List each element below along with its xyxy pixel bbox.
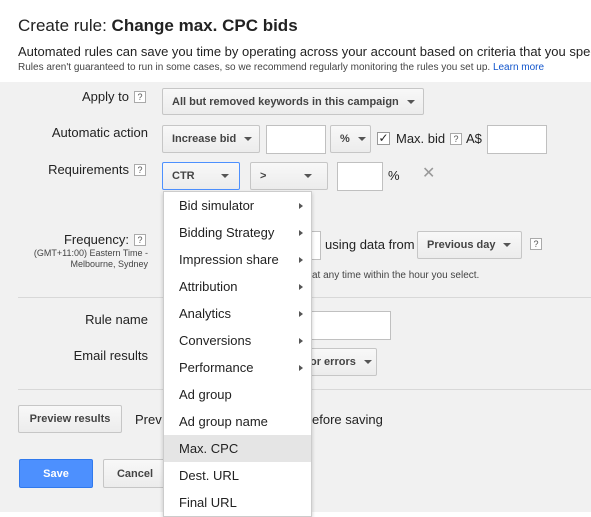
chevron-down-icon: [304, 174, 313, 178]
metric-value: CTR: [172, 170, 195, 182]
submenu-arrow-icon: [299, 337, 303, 344]
apply-to-label: Apply to: [82, 89, 129, 104]
preview-text-right: efore saving: [312, 412, 383, 427]
menu-item-label: Ad group name: [179, 414, 268, 429]
note-text: Rules aren't guaranteed to run in some c…: [18, 62, 491, 73]
chevron-down-icon: [406, 99, 415, 104]
using-data-label: using data from: [325, 237, 415, 252]
menu-item-label: Analytics: [179, 306, 232, 321]
threshold-input[interactable]: [337, 162, 383, 191]
max-bid-label: Max. bid: [396, 131, 446, 146]
timezone-line-1: (GMT+11:00) Eastern Time -: [33, 248, 148, 258]
menu-item-label: Conversions: [179, 333, 252, 348]
rule-name-label: Rule name: [85, 312, 148, 327]
title-prefix: Create rule:: [18, 16, 112, 35]
max-bid-checkbox[interactable]: ✓: [377, 132, 390, 145]
max-bid-help-icon[interactable]: ?: [450, 133, 462, 145]
timezone-text: (GMT+11:00) Eastern Time - Melbourne, Sy…: [18, 248, 148, 270]
menu-item-ad-group-name[interactable]: Ad group name: [164, 408, 311, 435]
chevron-down-icon: [363, 360, 372, 364]
submenu-arrow-icon: [299, 283, 303, 290]
menu-item-attribution[interactable]: Attribution: [164, 273, 311, 300]
email-results-label: Email results: [73, 348, 148, 363]
cancel-button[interactable]: Cancel: [103, 459, 167, 488]
menu-item-label: Performance: [179, 360, 254, 375]
operator-select[interactable]: >: [250, 162, 328, 190]
preview-results-button[interactable]: Preview results: [18, 405, 122, 433]
bid-change-amount-input[interactable]: [266, 125, 326, 154]
menu-item-label: Bid simulator: [179, 198, 255, 213]
chevron-down-icon: [357, 137, 366, 141]
learn-more-link[interactable]: Learn more: [493, 62, 544, 73]
requirements-help-icon[interactable]: ?: [134, 164, 146, 176]
action-value: Increase bid: [172, 133, 237, 145]
automatic-action-label: Automatic action: [51, 125, 148, 140]
menu-item-impression-share[interactable]: Impression share: [164, 246, 311, 273]
data-range-select[interactable]: Previous day: [417, 231, 522, 259]
menu-item-max-cpc[interactable]: Max. CPC: [164, 435, 311, 462]
amount-unit-select[interactable]: %: [330, 125, 371, 153]
metric-dropdown-menu: Bid simulator Bidding Strategy Impressio…: [163, 191, 312, 517]
menu-item-label: Impression share: [179, 252, 279, 267]
menu-item-label: Ad group: [179, 387, 232, 402]
menu-item-bidding-strategy[interactable]: Bidding Strategy: [164, 219, 311, 246]
remove-requirement-icon[interactable]: ✕: [422, 163, 435, 183]
submenu-arrow-icon: [299, 202, 303, 209]
apply-to-value: All but removed keywords in this campaig…: [172, 95, 399, 108]
menu-item-label: Bidding Strategy: [179, 225, 275, 240]
chevron-down-icon: [503, 243, 512, 247]
submenu-arrow-icon: [299, 256, 303, 263]
amount-unit-value: %: [340, 133, 350, 145]
operator-value: >: [260, 170, 267, 182]
chevron-down-icon: [244, 137, 253, 141]
submenu-arrow-icon: [299, 310, 303, 317]
apply-to-help-icon[interactable]: ?: [134, 91, 146, 103]
menu-item-label: Max. CPC: [179, 441, 239, 456]
page-title: Create rule: Change max. CPC bids: [18, 16, 298, 36]
monitoring-note: Rules aren't guaranteed to run in some c…: [18, 62, 544, 73]
chevron-down-icon: [220, 174, 229, 178]
menu-item-bid-simulator[interactable]: Bid simulator: [164, 192, 311, 219]
preview-text-left: Prev: [135, 412, 162, 427]
menu-item-label: Attribution: [179, 279, 238, 294]
rule-type-name: Change max. CPC bids: [111, 16, 298, 35]
currency-label: A$: [466, 131, 482, 146]
menu-item-ad-group[interactable]: Ad group: [164, 381, 311, 408]
submenu-arrow-icon: [299, 364, 303, 371]
email-results-value: or errors: [310, 356, 356, 368]
frequency-label: Frequency:: [63, 232, 129, 247]
menu-item-performance[interactable]: Performance: [164, 354, 311, 381]
description-text: Automated rules can save you time by ope…: [18, 44, 591, 59]
frequency-note: at any time within the hour you select.: [312, 270, 480, 281]
menu-item-label: Dest. URL: [179, 468, 239, 483]
requirements-label: Requirements: [48, 162, 129, 177]
menu-item-analytics[interactable]: Analytics: [164, 300, 311, 327]
timezone-line-2: Melbourne, Sydney: [70, 259, 148, 269]
menu-item-final-url[interactable]: Final URL: [164, 489, 311, 516]
rule-name-input[interactable]: [300, 311, 391, 340]
menu-item-conversions[interactable]: Conversions: [164, 327, 311, 354]
apply-to-select[interactable]: All but removed keywords in this campaig…: [162, 88, 424, 115]
save-button[interactable]: Save: [19, 459, 93, 488]
data-range-help-icon[interactable]: ?: [530, 238, 542, 250]
frequency-help-icon[interactable]: ?: [134, 234, 146, 246]
threshold-unit: %: [388, 168, 400, 183]
menu-item-label: Final URL: [179, 495, 237, 510]
max-bid-input[interactable]: [487, 125, 547, 154]
data-range-value: Previous day: [427, 239, 496, 251]
metric-select[interactable]: CTR: [162, 162, 240, 190]
action-select[interactable]: Increase bid: [162, 125, 260, 153]
menu-item-dest-url[interactable]: Dest. URL: [164, 462, 311, 489]
submenu-arrow-icon: [299, 229, 303, 236]
